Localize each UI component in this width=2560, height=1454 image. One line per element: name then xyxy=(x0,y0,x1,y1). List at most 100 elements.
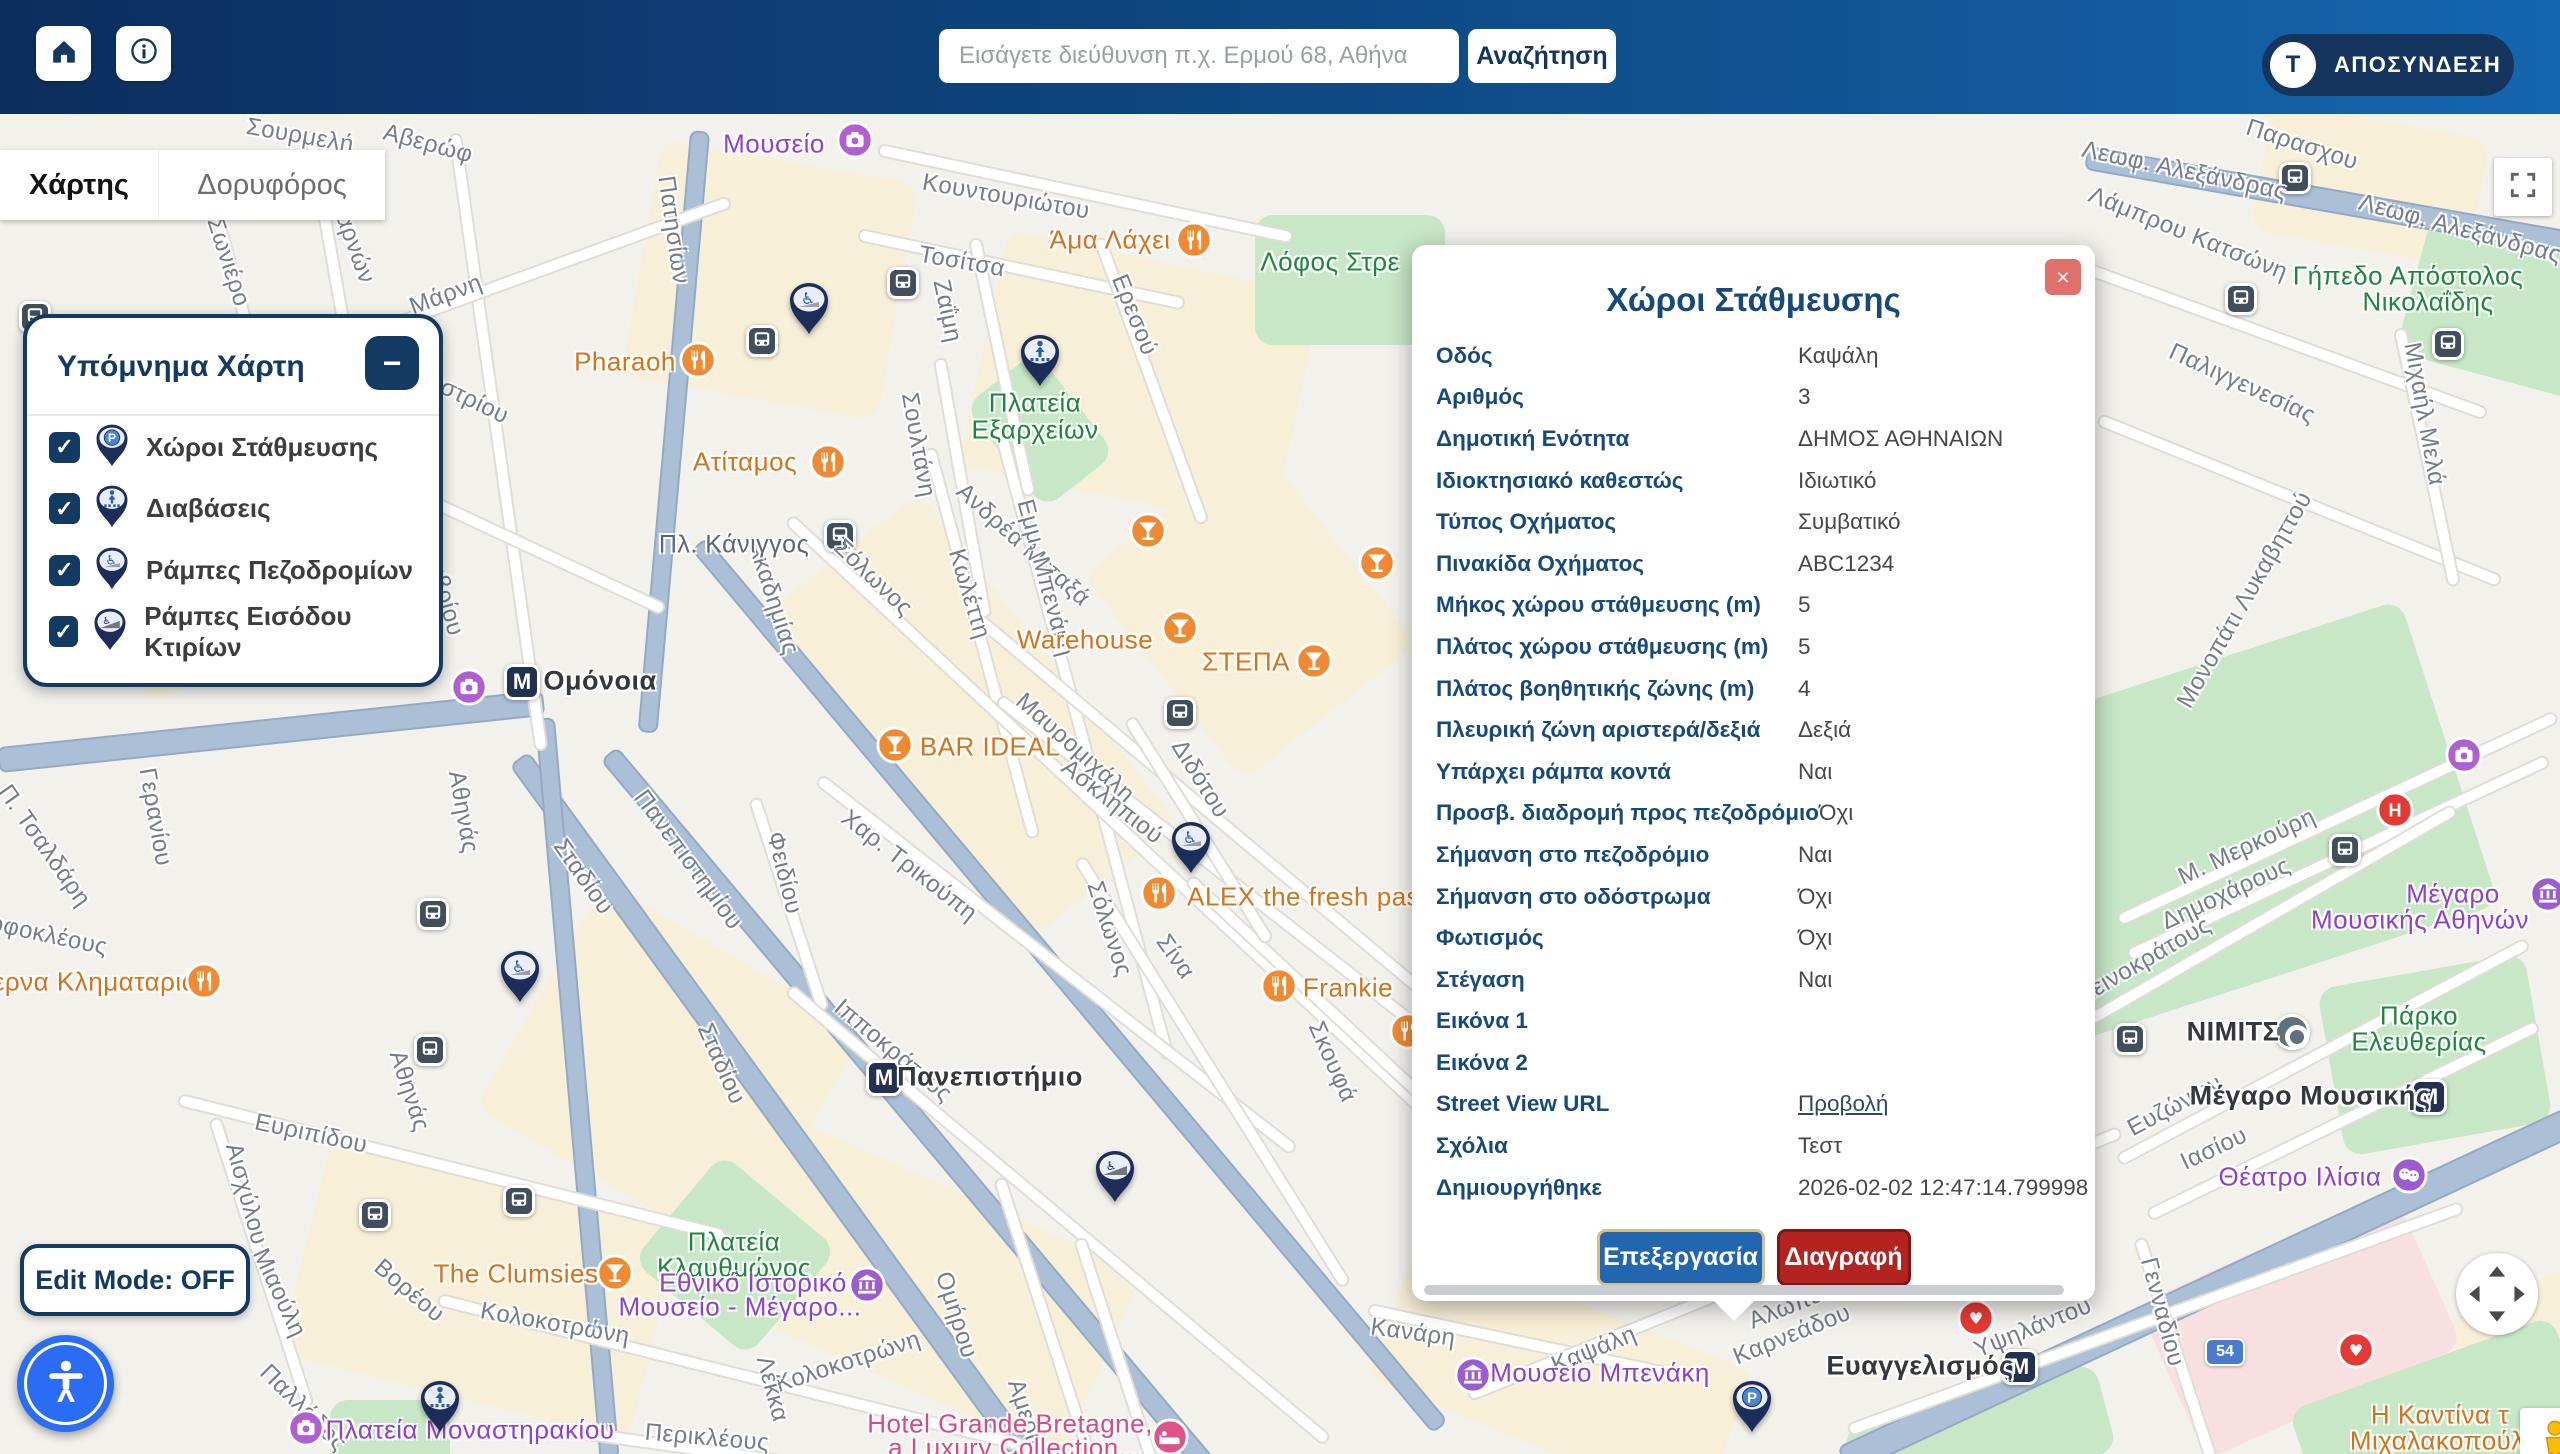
popup-row: Προσβ. διαδρομή προς πεζοδρόμιοΌχι xyxy=(1412,793,2095,835)
info-button[interactable] xyxy=(116,26,171,81)
poi-cam-icon[interactable] xyxy=(2445,736,2483,779)
map-label: Αβερώφ xyxy=(380,119,476,170)
popup-row-label: Εικόνα 2 xyxy=(1436,1050,1798,1076)
legend-checkbox-building[interactable]: ✓ xyxy=(49,616,78,647)
poi-bar-icon[interactable] xyxy=(596,1254,634,1297)
popup-row: Πλευρική ζώνη αριστερά/δεξιάΔεξιά xyxy=(1412,709,2095,751)
search-input[interactable] xyxy=(939,29,1459,83)
popup-horizontal-scrollbar[interactable] xyxy=(1424,1285,2064,1295)
poi-mus-icon[interactable] xyxy=(1454,1356,1492,1399)
map-label: Νικολαΐδης xyxy=(2362,287,2493,318)
legend-checkbox-parking[interactable]: ✓ xyxy=(49,432,80,463)
popup-row-value: 5 xyxy=(1798,592,1811,618)
poi-bar-icon[interactable] xyxy=(1358,544,1396,587)
bus-stop-icon xyxy=(746,325,778,357)
legend-checkbox-ramp[interactable]: ✓ xyxy=(49,555,80,586)
info-icon xyxy=(127,34,161,73)
marker-crossing[interactable] xyxy=(418,1379,462,1438)
map-label: Φειδίου xyxy=(760,829,807,917)
parking-detail-popup: × Χώροι Στάθμευσης ΟδόςΚαψάληΑριθμός3Δημ… xyxy=(1412,245,2095,1301)
poi-cam-icon[interactable] xyxy=(836,121,874,164)
popup-row-value: Όχι xyxy=(1819,800,1853,826)
tab-map[interactable]: Χάρτης xyxy=(0,150,158,220)
poi-bed-icon[interactable] xyxy=(1151,1418,1189,1454)
marker-crossing[interactable] xyxy=(1018,333,1062,392)
poi-rest-icon[interactable] xyxy=(679,341,717,384)
pan-control[interactable] xyxy=(2456,1253,2538,1335)
bus-stop-icon xyxy=(503,1185,535,1217)
popup-row: ΣτέγασηΝαι xyxy=(1412,959,2095,1001)
home-button[interactable] xyxy=(36,26,91,81)
pegman-control[interactable] xyxy=(2520,1408,2560,1454)
marker-ramp[interactable] xyxy=(787,281,831,340)
popup-row-value: Δεξιά xyxy=(1798,717,1851,743)
logout-label: ΑΠΟΣΥΝΔΕΣΗ xyxy=(2334,52,2501,78)
poi-rest-icon[interactable] xyxy=(1175,221,1213,264)
popup-row-label: Street View URL xyxy=(1436,1091,1798,1117)
tab-satellite[interactable]: Δορυφόρος xyxy=(158,150,385,220)
street-view-link[interactable]: Προβολή xyxy=(1798,1091,1888,1117)
popup-row-label: Σήμανση στο οδόστρωμα xyxy=(1436,884,1798,910)
poi-heart-icon[interactable] xyxy=(1957,1299,1995,1342)
poi-bar-icon[interactable] xyxy=(1129,512,1167,555)
poi-rest-icon[interactable] xyxy=(1260,967,1298,1010)
poi-H-icon[interactable] xyxy=(2376,791,2414,834)
edit-mode-button[interactable]: Edit Mode: OFF xyxy=(20,1244,250,1316)
popup-row: Τύπος ΟχήματοςΣυμβατικό xyxy=(1412,501,2095,543)
popup-row-value: ΔΗΜΟΣ ΑΘΗΝΑΙΩΝ xyxy=(1798,426,2003,452)
popup-row-label: Εικόνα 1 xyxy=(1436,1008,1798,1034)
poi-mus-icon[interactable] xyxy=(848,1266,886,1309)
popup-row: Πλάτος χώρου στάθμευσης (m)5 xyxy=(1412,626,2095,668)
legend-divider xyxy=(27,414,439,416)
map-label: BAR IDEAL xyxy=(920,732,1060,763)
map-label: Λόφος Στρε xyxy=(1260,247,1399,278)
edit-button[interactable]: Επεξεργασία xyxy=(1597,1229,1765,1286)
bus-stop-icon xyxy=(417,898,449,930)
map-label: Παλιγγενεσίας xyxy=(2164,338,2319,430)
marker-parking[interactable] xyxy=(1730,1379,1774,1438)
poi-cam-icon[interactable] xyxy=(450,668,488,711)
poi-rest-icon[interactable] xyxy=(185,962,223,1005)
delete-button[interactable]: Διαγραφή xyxy=(1777,1229,1911,1286)
poi-rest-icon[interactable] xyxy=(1140,874,1178,917)
legend-collapse-button[interactable]: − xyxy=(365,336,419,390)
home-icon xyxy=(47,34,81,73)
accessibility-button[interactable] xyxy=(17,1335,114,1432)
marker-ramp[interactable] xyxy=(1169,820,1213,879)
popup-row-value: Συμβατικό xyxy=(1798,509,1901,535)
popup-row-label: Φωτισμός xyxy=(1436,925,1798,951)
popup-row: Σήμανση στο οδόστρωμαΌχι xyxy=(1412,876,2095,918)
poi-bar-icon[interactable] xyxy=(876,726,914,769)
popup-row-label: Οδός xyxy=(1436,343,1798,369)
legend-checkbox-crossing[interactable]: ✓ xyxy=(49,493,80,524)
popup-row-label: Αριθμός xyxy=(1436,384,1798,410)
popup-row-label: Πινακίδα Οχήματος xyxy=(1436,551,1798,577)
map-label: ερνα Κληματαριά xyxy=(0,967,197,998)
popup-row-label: Τύπος Οχήματος xyxy=(1436,509,1798,535)
legend-title: Υπόμνημα Χάρτη xyxy=(57,350,305,384)
poi-heart-icon[interactable] xyxy=(2337,1331,2375,1374)
poi-mus-icon[interactable] xyxy=(2529,875,2560,918)
poi-rest-icon[interactable] xyxy=(809,443,847,486)
metro-station-icon: M xyxy=(504,664,540,700)
logout-button[interactable]: T ΑΠΟΣΥΝΔΕΣΗ xyxy=(2262,34,2514,96)
poi-theater-icon[interactable] xyxy=(2390,1156,2428,1199)
marker-ramp[interactable] xyxy=(498,949,542,1008)
legend-crossing-pin-icon xyxy=(94,484,130,533)
poi-cam-icon[interactable] xyxy=(287,1409,325,1452)
popup-row: ΦωτισμόςΌχι xyxy=(1412,917,2095,959)
search-button[interactable]: Αναζήτηση xyxy=(1468,29,1616,83)
avatar: T xyxy=(2270,42,2316,88)
popup-row-value: Ναι xyxy=(1798,842,1832,868)
road-shield: 54 xyxy=(2205,1338,2245,1366)
poi-bar-icon[interactable] xyxy=(1161,609,1199,652)
fullscreen-button[interactable] xyxy=(2494,158,2552,216)
bus-stop-icon xyxy=(887,267,919,299)
popup-row: Μήκος χώρου στάθμευσης (m)5 xyxy=(1412,585,2095,627)
marker-building[interactable] xyxy=(1093,1149,1137,1208)
poi-bar-icon[interactable] xyxy=(1295,642,1333,685)
popup-row-label: Σχόλια xyxy=(1436,1133,1798,1159)
popup-close-button[interactable]: × xyxy=(2045,259,2081,295)
map-label: ΝΙΜΙΤΣ xyxy=(2187,1017,2280,1048)
popup-row: ΣχόλιαΤεστ xyxy=(1412,1125,2095,1167)
